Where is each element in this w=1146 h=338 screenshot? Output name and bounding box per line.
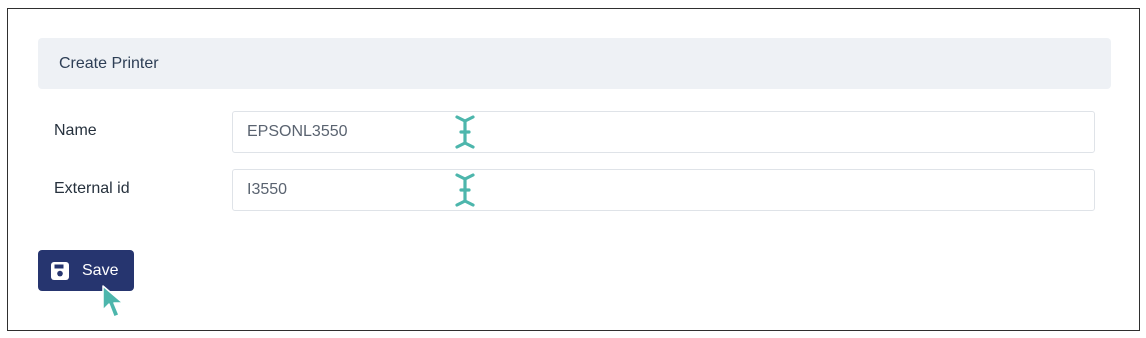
save-button-label: Save xyxy=(82,261,119,279)
card-header: Create Printer xyxy=(38,38,1111,89)
name-input[interactable] xyxy=(232,111,1095,153)
floppy-disk-icon xyxy=(51,261,69,280)
name-row: Name xyxy=(38,111,1098,153)
external-id-label: External id xyxy=(54,180,130,197)
external-id-input[interactable] xyxy=(232,169,1095,211)
text-cursor-icon xyxy=(455,173,475,207)
create-printer-panel: Create Printer Name External id Save xyxy=(7,8,1140,331)
text-cursor-icon xyxy=(455,115,475,149)
mouse-pointer-icon xyxy=(102,285,124,318)
name-label: Name xyxy=(54,122,97,139)
external-id-row: External id xyxy=(38,169,1098,211)
card-title: Create Printer xyxy=(59,54,159,72)
